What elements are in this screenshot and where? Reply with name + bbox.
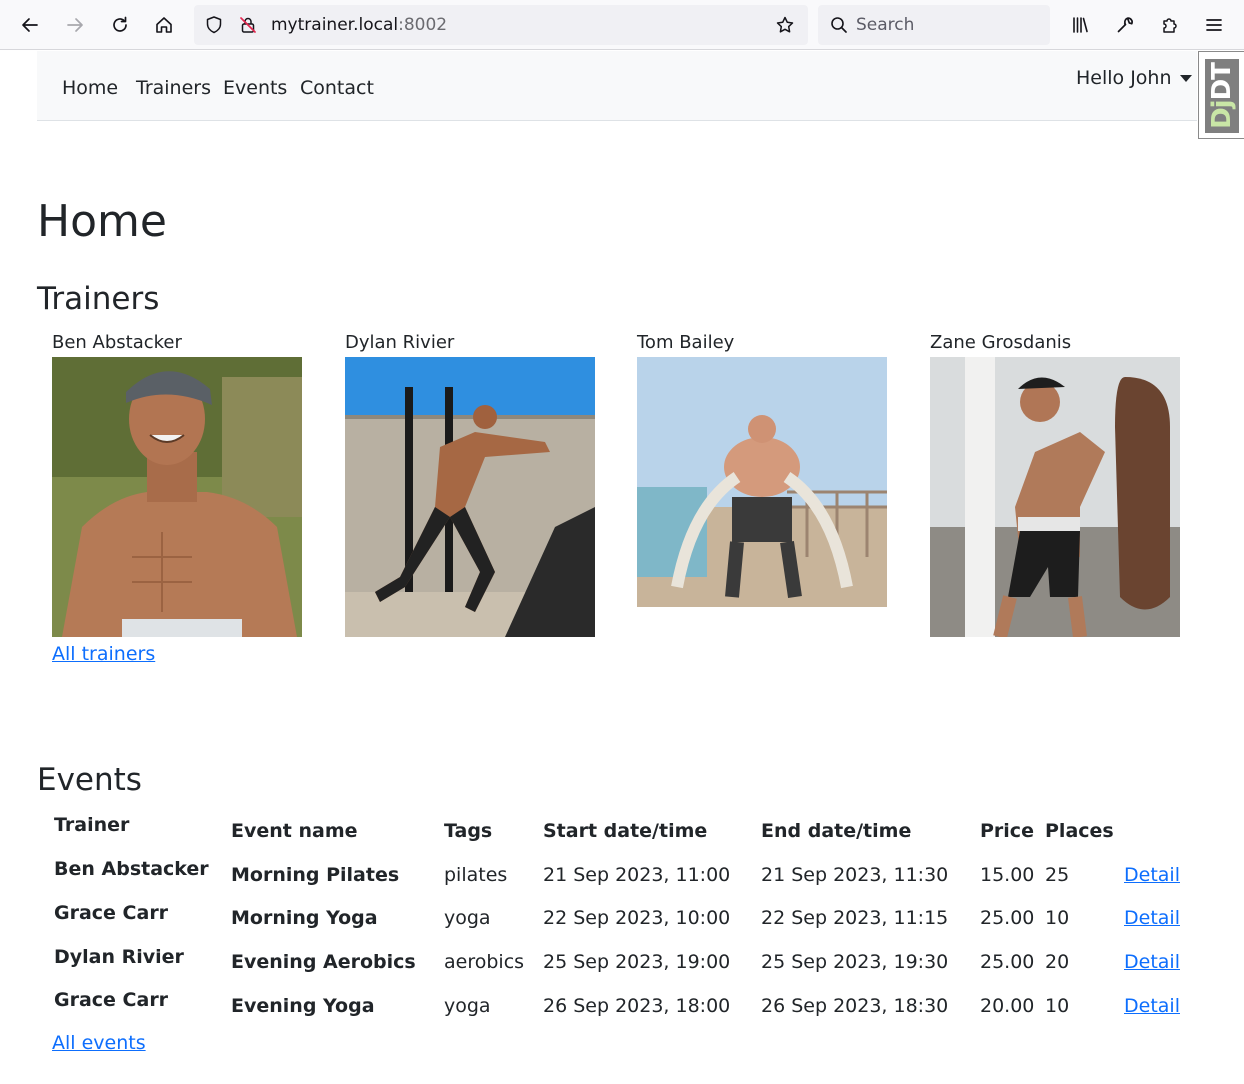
url-host: mytrainer.local [271, 15, 399, 35]
search-input[interactable]: Search [818, 5, 1050, 45]
library-button[interactable] [1063, 8, 1097, 42]
trainer-cell: Grace Carr [54, 902, 169, 924]
end-cell: 26 Sep 2023, 18:30 [761, 995, 949, 1017]
puzzle-icon [1163, 18, 1177, 33]
forward-button[interactable] [58, 8, 92, 42]
end-cell: 21 Sep 2023, 11:30 [761, 864, 949, 886]
hamburger-icon [1206, 19, 1222, 31]
nav-link-events[interactable]: Events [223, 77, 287, 99]
trainers-heading: Trainers [37, 281, 160, 317]
column-header-price: Price [980, 820, 1034, 842]
debug-toolbar-logo: DjDT [1205, 59, 1239, 133]
tags-cell: yoga [444, 995, 491, 1017]
trainer-name: Tom Bailey [637, 332, 735, 353]
end-cell: 22 Sep 2023, 11:15 [761, 907, 949, 929]
detail-link[interactable]: Detail [1124, 951, 1180, 973]
star-bookmark-icon[interactable] [775, 15, 795, 35]
nav-link-contact[interactable]: Contact [300, 77, 374, 99]
column-header-places: Places [1045, 820, 1114, 842]
column-header-end: End date/time [761, 820, 912, 842]
tools-button[interactable] [1108, 8, 1142, 42]
price-cell: 25.00 [980, 951, 1035, 973]
tags-cell: aerobics [444, 951, 525, 973]
url-text: mytrainer.local:8002 [271, 15, 447, 35]
start-cell: 22 Sep 2023, 10:00 [543, 907, 731, 929]
library-icon [1073, 17, 1088, 33]
column-header-start: Start date/time [543, 820, 708, 842]
places-cell: 10 [1045, 995, 1070, 1017]
column-header-tags: Tags [444, 820, 493, 842]
price-cell: 15.00 [980, 864, 1035, 886]
trainer-photo[interactable] [930, 357, 1180, 637]
trainer-name: Dylan Rivier [345, 332, 455, 353]
user-menu-dropdown[interactable]: Hello John [1076, 67, 1172, 89]
detail-link[interactable]: Detail [1124, 907, 1180, 929]
reload-button[interactable] [103, 8, 137, 42]
column-header-trainer: Trainer [54, 814, 130, 836]
events-heading: Events [37, 762, 142, 798]
places-cell: 10 [1045, 907, 1070, 929]
url-bar[interactable]: mytrainer.local:8002 [194, 5, 808, 45]
debug-toolbar-dj: Dj [1207, 100, 1238, 129]
event-name-cell: Morning Yoga [231, 907, 378, 929]
event-name-cell: Evening Aerobics [231, 951, 416, 973]
wrench-icon [1117, 17, 1133, 33]
debug-toolbar-handle[interactable]: DjDT [1198, 51, 1244, 139]
detail-link[interactable]: Detail [1124, 995, 1180, 1017]
menu-button[interactable] [1197, 8, 1231, 42]
trainer-photo[interactable] [345, 357, 595, 637]
shield-icon [206, 16, 222, 34]
price-cell: 25.00 [980, 907, 1035, 929]
all-trainers-link[interactable]: All trainers [52, 643, 155, 665]
search-placeholder: Search [856, 15, 915, 35]
browser-toolbar: mytrainer.local:8002 Search [0, 0, 1244, 50]
tags-cell: yoga [444, 907, 491, 929]
trainer-cell: Ben Abstacker [54, 858, 209, 880]
trainer-cell: Dylan Rivier [54, 946, 184, 968]
search-icon [831, 17, 847, 33]
trainer-name: Ben Abstacker [52, 332, 182, 353]
page-title: Home [37, 196, 167, 247]
trainer-cell: Grace Carr [54, 989, 169, 1011]
caret-down-icon[interactable] [1180, 75, 1192, 82]
trainer-photo[interactable] [637, 357, 887, 607]
column-header-event-name: Event name [231, 820, 358, 842]
tags-cell: pilates [444, 864, 508, 886]
debug-toolbar-dt: DT [1207, 63, 1238, 101]
trainer-name: Zane Grosdanis [930, 332, 1072, 353]
event-name-cell: Evening Yoga [231, 995, 375, 1017]
places-cell: 25 [1045, 864, 1070, 886]
detail-link[interactable]: Detail [1124, 864, 1180, 886]
places-cell: 20 [1045, 951, 1070, 973]
start-cell: 21 Sep 2023, 11:00 [543, 864, 731, 886]
event-name-cell: Morning Pilates [231, 864, 400, 886]
extensions-button[interactable] [1153, 8, 1187, 42]
arrow-left-icon [22, 18, 38, 32]
reload-icon [113, 16, 127, 32]
price-cell: 20.00 [980, 995, 1035, 1017]
all-events-link[interactable]: All events [52, 1032, 146, 1054]
insecure-lock-icon [240, 17, 256, 33]
home-button[interactable] [147, 8, 181, 42]
start-cell: 25 Sep 2023, 19:00 [543, 951, 731, 973]
trainer-photo[interactable] [52, 357, 302, 637]
url-port: :8002 [398, 15, 448, 35]
end-cell: 25 Sep 2023, 19:30 [761, 951, 949, 973]
home-icon [156, 17, 172, 33]
nav-link-trainers[interactable]: Trainers [136, 77, 211, 99]
nav-link-home[interactable]: Home [62, 77, 118, 99]
arrow-right-icon [67, 18, 83, 32]
start-cell: 26 Sep 2023, 18:00 [543, 995, 731, 1017]
main-navbar: Home Trainers Events Contact Hello John [37, 51, 1197, 121]
back-button[interactable] [13, 8, 47, 42]
